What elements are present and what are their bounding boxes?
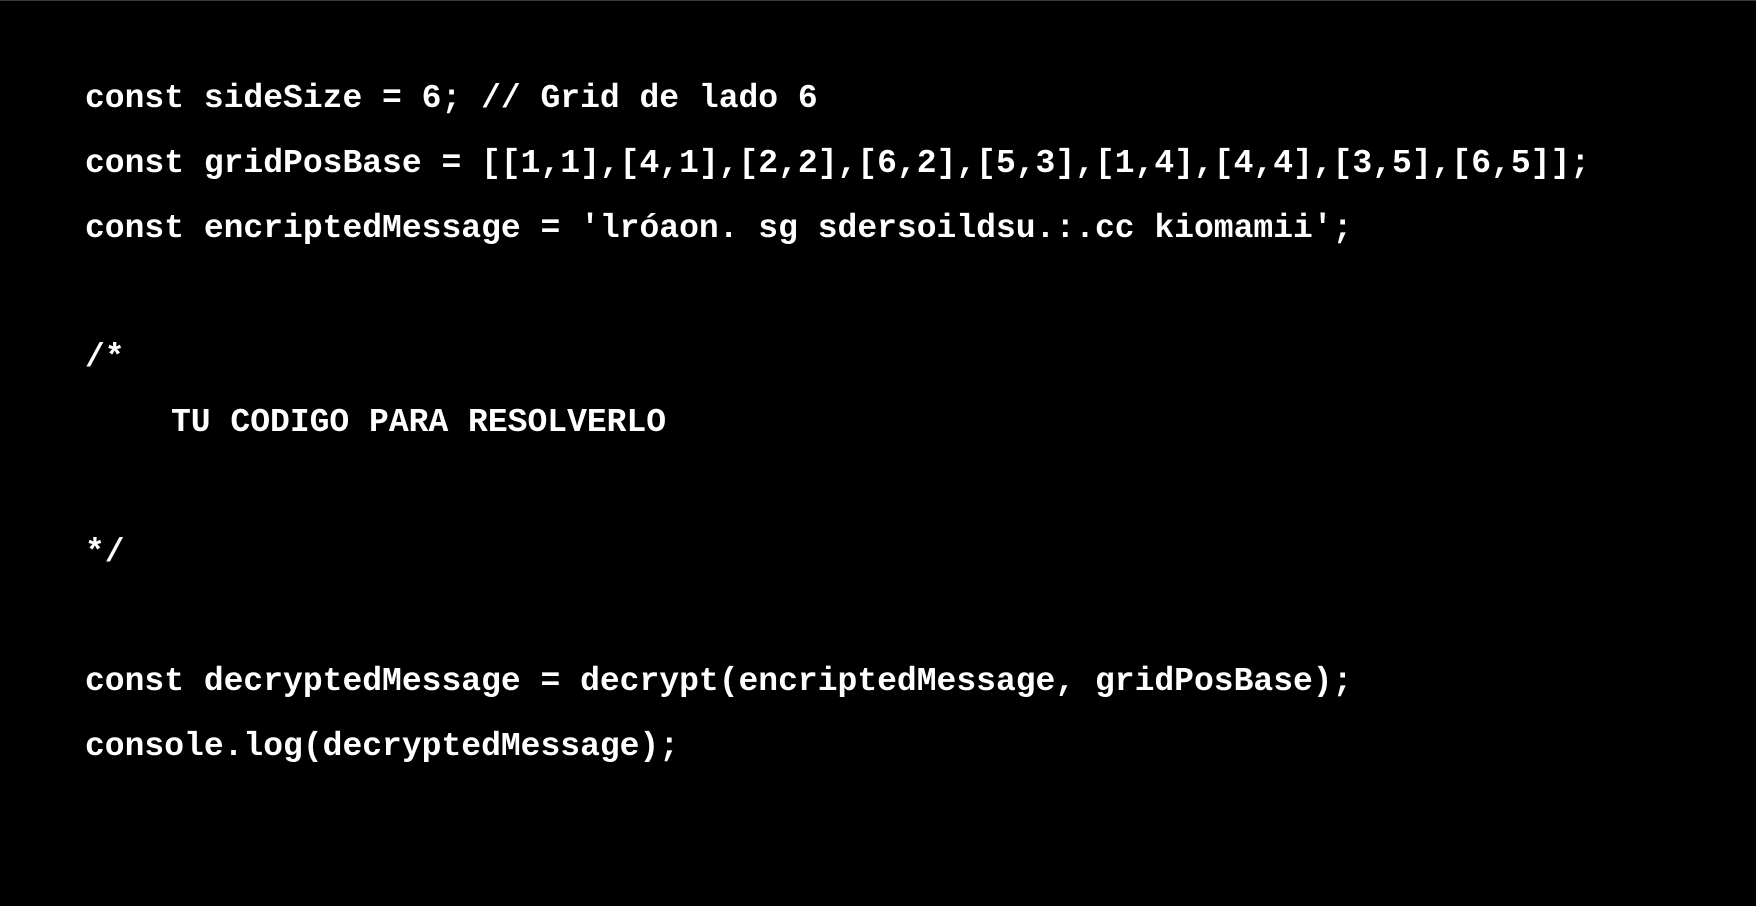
code-line-comment-open: /*: [85, 339, 125, 376]
code-line-sidesize: const sideSize = 6; // Grid de lado 6: [85, 80, 818, 117]
code-line-decrypted-message: const decryptedMessage = decrypt(encript…: [85, 663, 1353, 700]
code-line-console-log: console.log(decryptedMessage);: [85, 728, 680, 765]
code-line-comment-close: */: [85, 534, 125, 571]
code-line-gridposbase: const gridPosBase = [[1,1],[4,1],[2,2],[…: [85, 145, 1591, 182]
code-line-comment-body: TU CODIGO PARA RESOLVERLO: [171, 404, 667, 441]
code-line-encripted-message: const encriptedMessage = 'lróaon. sg sde…: [85, 210, 1353, 247]
code-view: const sideSize = 6; // Grid de lado 6 co…: [0, 0, 1756, 906]
